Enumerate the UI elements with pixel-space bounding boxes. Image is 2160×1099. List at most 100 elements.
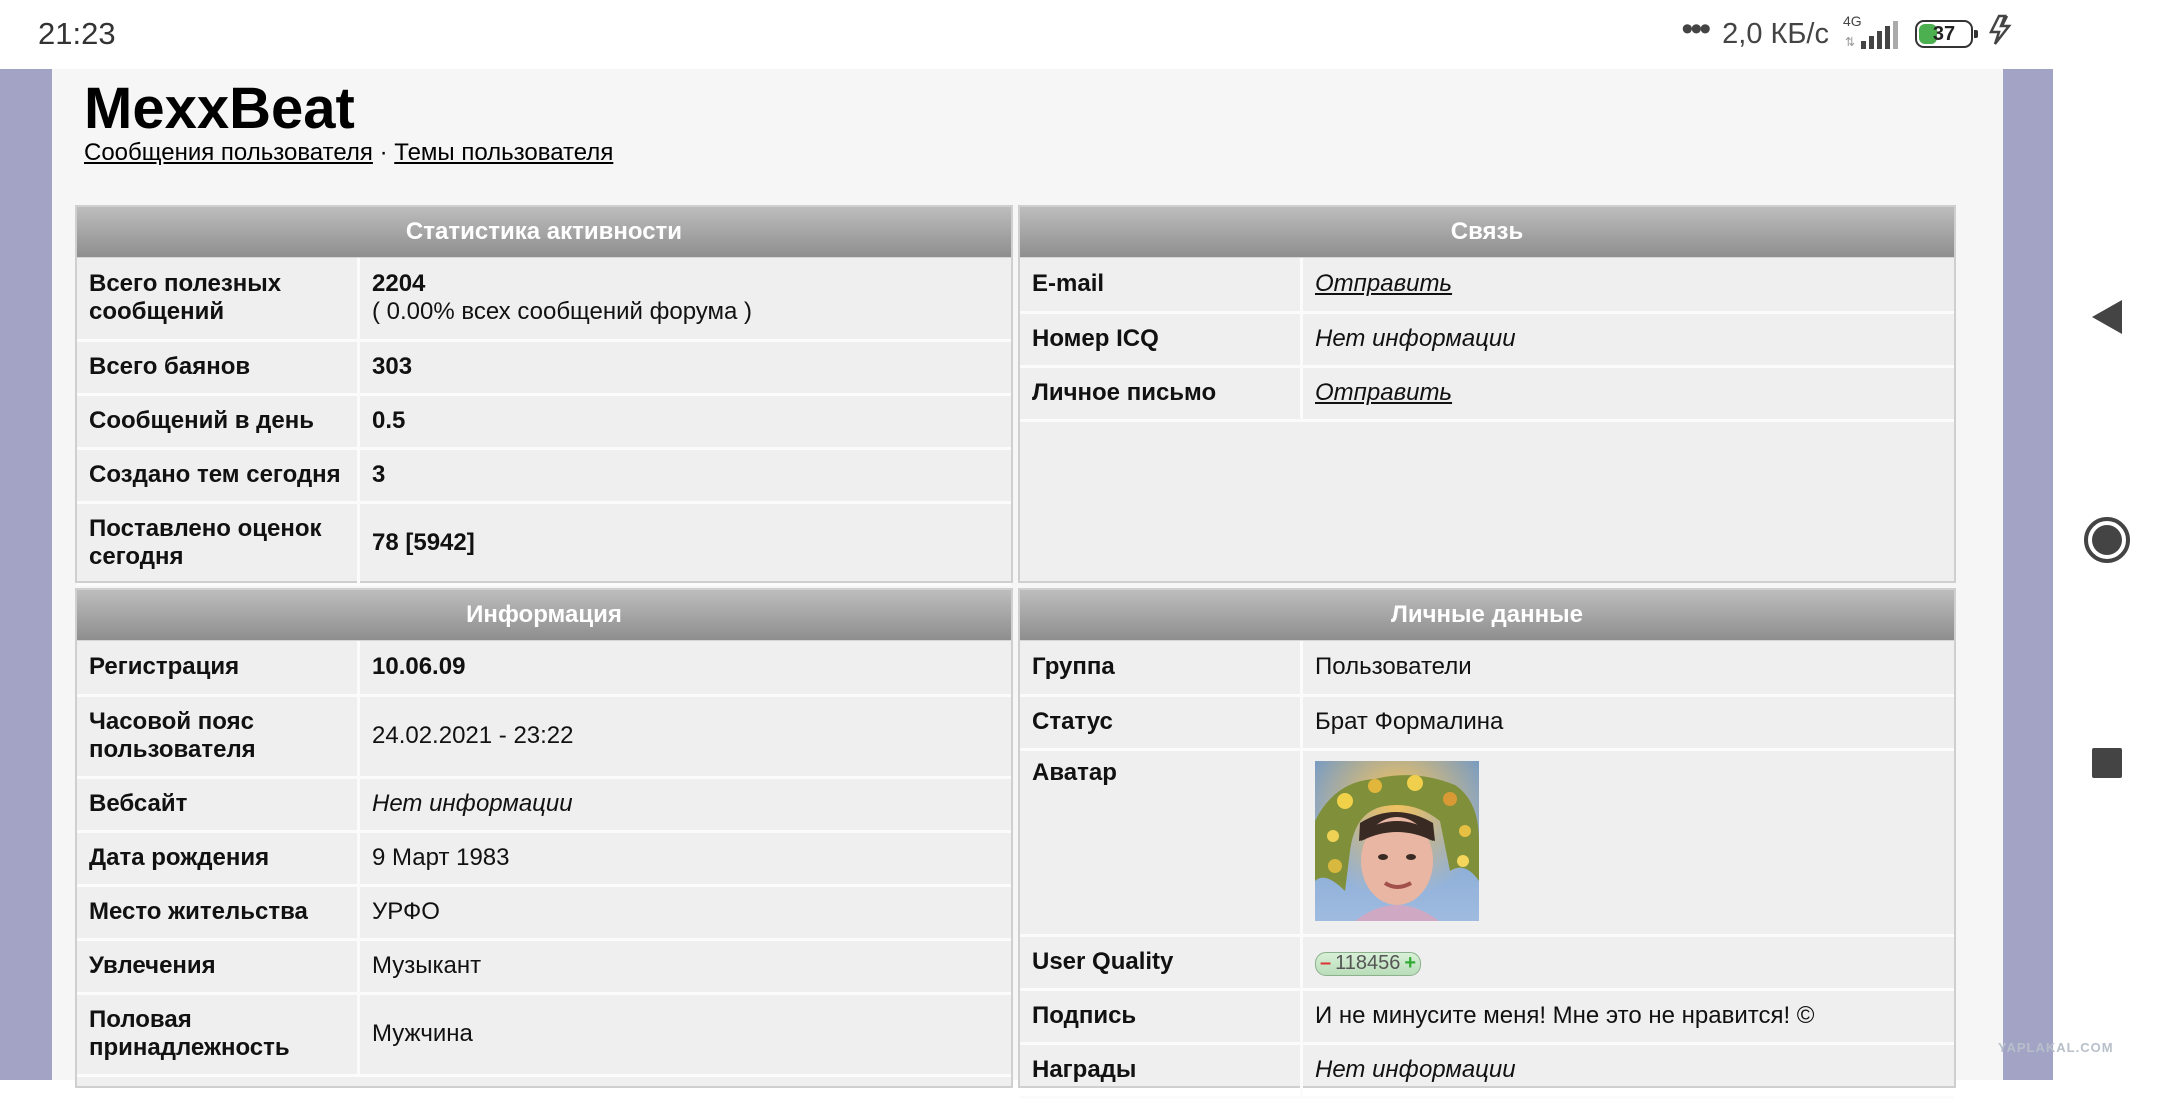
info-panel-title: Информация <box>77 590 1011 641</box>
row-value: Нет информации <box>358 777 1011 833</box>
activity-panel-title: Статистика активности <box>77 207 1011 258</box>
row-value: – 118456 + <box>1301 935 1954 991</box>
row-value: Музыкант <box>358 939 1011 995</box>
row-label: Место жительства <box>77 885 360 941</box>
signal-bars-icon <box>1861 21 1898 49</box>
row-value: И не минусите меня! Мне это не нравится!… <box>1301 989 1954 1045</box>
row-value <box>1301 749 1954 937</box>
table-row: Дата рождения 9 Март 1983 <box>77 831 1011 887</box>
table-row: Группа Пользователи <box>1020 641 1954 697</box>
table-row: E-mail Отправить <box>1020 258 1954 314</box>
send-email-link[interactable]: Отправить <box>1315 270 1452 297</box>
row-value: 2204( 0.00% всех сообщений форума ) <box>358 258 1011 342</box>
user-quality-badge: – 118456 + <box>1315 951 1422 976</box>
quality-plus-button[interactable]: + <box>1404 952 1416 975</box>
table-row: Место жительства УРФО <box>77 885 1011 941</box>
row-label: Дата рождения <box>77 831 360 887</box>
send-private-message-link[interactable]: Отправить <box>1315 379 1452 406</box>
info-panel: Информация Регистрация 10.06.09 Часовой … <box>75 588 1013 1088</box>
table-row: Половая принадлежность Мужчина <box>77 993 1011 1077</box>
row-value: 0.5 <box>358 394 1011 450</box>
table-row: Подпись И не минусите меня! Мне это не н… <box>1020 989 1954 1045</box>
table-row: Аватар <box>1020 749 1954 937</box>
more-dots-icon: ••• <box>1681 10 1711 48</box>
row-label: Аватар <box>1020 749 1303 937</box>
home-circle-icon[interactable] <box>2053 512 2160 568</box>
row-value: УРФО <box>358 885 1011 941</box>
contact-panel-title: Связь <box>1020 207 1954 258</box>
row-value: Отправить <box>1301 366 1954 422</box>
row-value: Нет информации <box>1301 1043 1954 1099</box>
navigation-bar <box>2053 0 2160 1080</box>
username-title: MexxBeat <box>84 76 355 141</box>
network-speed: 2,0 КБ/с <box>1722 17 1829 50</box>
table-row: Всего полезных сообщений 2204( 0.00% все… <box>77 258 1011 342</box>
profile-content: MexxBeat Сообщения пользователя · Темы п… <box>52 69 2003 1099</box>
user-messages-link[interactable]: Сообщения пользователя <box>84 139 373 166</box>
posts-percent: ( 0.00% всех сообщений форума ) <box>372 298 753 326</box>
data-arrows-icon: ⇅ <box>1845 35 1856 49</box>
web-page: MexxBeat Сообщения пользователя · Темы п… <box>0 69 2053 1099</box>
lightning-icon <box>1987 14 2017 54</box>
signal-icon: 4G ⇅ <box>1843 13 1901 51</box>
row-value: 9 Март 1983 <box>358 831 1011 887</box>
row-label: Всего баянов <box>77 340 360 396</box>
row-value: 3 <box>358 448 1011 504</box>
personal-panel-title: Личные данные <box>1020 590 1954 641</box>
recents-square-icon[interactable] <box>2053 745 2160 781</box>
table-row: Поставлено оценок сегодня 78 [5942] <box>77 502 1011 586</box>
row-value: 78 [5942] <box>358 502 1011 586</box>
table-row: Регистрация 10.06.09 <box>77 641 1011 697</box>
avatar[interactable] <box>1315 760 1479 921</box>
row-label: Часовой пояс пользователя <box>77 695 360 779</box>
row-label: Сообщений в день <box>77 394 360 450</box>
row-value: 24.02.2021 - 23:22 <box>358 695 1011 779</box>
table-row: Награды Нет информации <box>1020 1043 1954 1099</box>
row-label: Поставлено оценок сегодня <box>77 502 360 586</box>
contact-panel: Связь E-mail Отправить Номер ICQ Нет инф… <box>1018 205 1956 583</box>
table-row: Сообщений в день 0.5 <box>77 394 1011 450</box>
row-label: E-mail <box>1020 258 1303 314</box>
table-row: Всего баянов 303 <box>77 340 1011 396</box>
status-right: ••• 2,0 КБ/с 4G ⇅ 37 <box>1681 10 2017 54</box>
row-label: Группа <box>1020 641 1303 697</box>
quality-score: 118456 <box>1335 952 1401 974</box>
table-row: Создано тем сегодня 3 <box>77 448 1011 504</box>
battery-icon: 37 <box>1915 20 1978 48</box>
user-topics-link[interactable]: Темы пользователя <box>394 139 613 166</box>
back-triangle-icon[interactable] <box>2053 292 2160 342</box>
links-separator: · <box>379 139 388 166</box>
user-links: Сообщения пользователя · Темы пользовате… <box>84 139 613 167</box>
row-label: Половая принадлежность <box>77 993 360 1077</box>
table-row: Номер ICQ Нет информации <box>1020 312 1954 368</box>
status-bar: 21:23 ••• 2,0 КБ/с 4G ⇅ 37 <box>0 0 2053 69</box>
network-type: 4G <box>1843 13 1862 29</box>
row-label: Номер ICQ <box>1020 312 1303 368</box>
table-row: User Quality – 118456 + <box>1020 935 1954 991</box>
row-label: Статус <box>1020 695 1303 751</box>
row-label: User Quality <box>1020 935 1303 991</box>
personal-panel: Личные данные Группа Пользователи Статус… <box>1018 588 1956 1099</box>
row-value: Пользователи <box>1301 641 1954 697</box>
activity-panel: Статистика активности Всего полезных соо… <box>75 205 1013 586</box>
row-label: Награды <box>1020 1043 1303 1099</box>
battery-level: 37 <box>1932 23 1956 45</box>
table-row: Вебсайт Нет информации <box>77 777 1011 833</box>
status-time: 21:23 <box>38 16 116 51</box>
row-label: Увлечения <box>77 939 360 995</box>
table-row: Часовой пояс пользователя 24.02.2021 - 2… <box>77 695 1011 779</box>
row-value: Мужчина <box>358 993 1011 1077</box>
row-label: Личное письмо <box>1020 366 1303 422</box>
posts-count: 2204 <box>372 270 426 298</box>
row-label: Создано тем сегодня <box>77 448 360 504</box>
row-label: Регистрация <box>77 641 360 697</box>
row-value: Отправить <box>1301 258 1954 314</box>
quality-minus-button[interactable]: – <box>1320 952 1331 975</box>
table-row: Статус Брат Формалина <box>1020 695 1954 751</box>
row-value: Нет информации <box>1301 312 1954 368</box>
row-label: Всего полезных сообщений <box>77 258 360 342</box>
table-row: Увлечения Музыкант <box>77 939 1011 995</box>
row-value: 303 <box>358 340 1011 396</box>
row-value: 10.06.09 <box>358 641 1011 697</box>
row-label: Вебсайт <box>77 777 360 833</box>
